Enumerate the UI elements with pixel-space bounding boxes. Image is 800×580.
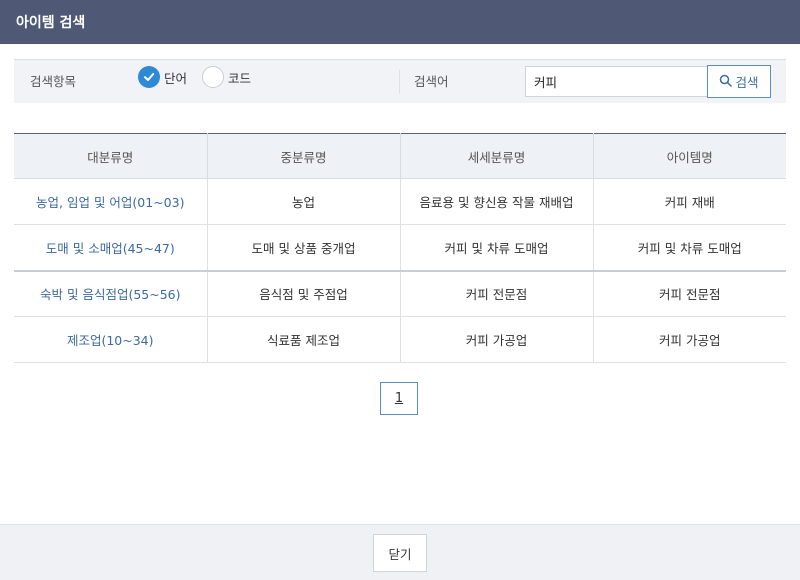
table-header-row: 대분류명 중분류명 세세분류명 아이템명 xyxy=(14,133,786,179)
cell-middle-category: 음식점 및 주점업 xyxy=(207,270,401,317)
header-item-name: 아이템명 xyxy=(593,133,786,179)
dialog-titlebar: 아이템 검색 xyxy=(0,0,800,44)
radio-word-label: 단어 xyxy=(164,70,188,86)
radio-circle-icon xyxy=(202,66,224,88)
search-divider xyxy=(399,70,400,94)
cell-item-name: 커피 전문점 xyxy=(593,270,786,317)
search-icon xyxy=(719,74,733,90)
table-row[interactable]: 농업, 임업 및 어업(01~03) 농업 음료용 및 향신용 작물 재배업 커… xyxy=(14,178,786,225)
radio-code-label: 코드 xyxy=(228,70,252,86)
page-number: 1 xyxy=(394,391,404,406)
close-button[interactable]: 닫기 xyxy=(373,534,427,572)
radio-code[interactable]: 코드 xyxy=(202,66,251,88)
header-middle-category: 중분류명 xyxy=(207,133,401,179)
cell-middle-category: 농업 xyxy=(207,178,401,225)
search-word-label: 검색어 xyxy=(414,74,449,89)
radio-word[interactable]: 단어 xyxy=(138,66,187,88)
cell-detail-category: 음료용 및 향신용 작물 재배업 xyxy=(400,178,594,225)
cell-detail-category: 커피 가공업 xyxy=(400,316,594,363)
cell-major-category[interactable]: 도매 및 소매업(45~47) xyxy=(14,224,208,272)
cell-middle-category: 도매 및 상품 중개업 xyxy=(207,224,401,272)
cell-item-name: 커피 가공업 xyxy=(593,316,786,363)
check-icon xyxy=(138,66,160,88)
search-button-label: 검색 xyxy=(735,75,759,90)
cell-detail-category: 커피 전문점 xyxy=(400,270,594,317)
cell-middle-category: 식료품 제조업 xyxy=(207,316,401,363)
search-field-label: 검색항목 xyxy=(30,74,77,89)
cell-major-category[interactable]: 농업, 임업 및 어업(01~03) xyxy=(14,178,208,225)
page-1-button[interactable]: 1 xyxy=(380,382,418,415)
cell-item-name: 커피 및 차류 도매업 xyxy=(593,224,786,272)
dialog-footer: 닫기 xyxy=(0,524,800,580)
results-table: 대분류명 중분류명 세세분류명 아이템명 농업, 임업 및 어업(01~03) … xyxy=(14,133,786,363)
table-row[interactable]: 제조업(10~34) 식료품 제조업 커피 가공업 커피 가공업 xyxy=(14,316,786,363)
close-button-label: 닫기 xyxy=(388,546,412,562)
cell-item-name: 커피 재배 xyxy=(593,178,786,225)
cell-major-category[interactable]: 숙박 및 음식점업(55~56) xyxy=(14,270,208,317)
header-detail-category: 세세분류명 xyxy=(400,133,594,179)
cell-detail-category: 커피 및 차류 도매업 xyxy=(400,224,594,272)
search-bar: 검색항목 단어 코드 검색어 검색 xyxy=(14,59,786,103)
cell-major-category[interactable]: 제조업(10~34) xyxy=(14,316,208,363)
table-row[interactable]: 도매 및 소매업(45~47) 도매 및 상품 중개업 커피 및 차류 도매업 … xyxy=(14,224,786,272)
dialog-title: 아이템 검색 xyxy=(16,15,86,31)
search-input[interactable] xyxy=(525,66,711,97)
header-major-category: 대분류명 xyxy=(14,133,208,179)
search-button[interactable]: 검색 xyxy=(707,65,771,98)
table-row[interactable]: 숙박 및 음식점업(55~56) 음식점 및 주점업 커피 전문점 커피 전문점 xyxy=(14,270,786,317)
